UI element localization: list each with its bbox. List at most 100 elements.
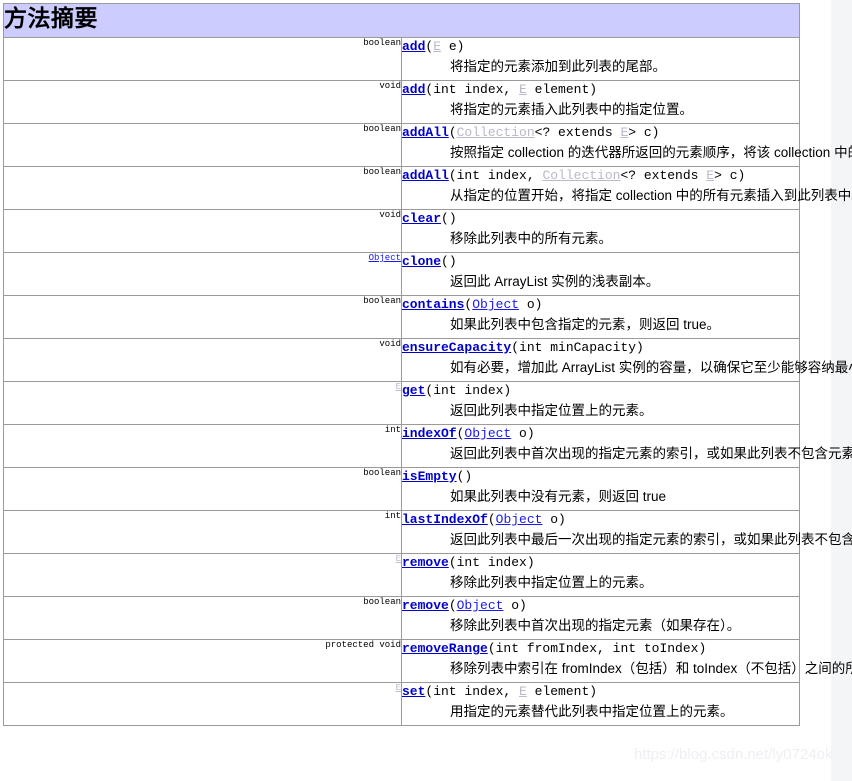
method-description: 如果此列表中包含指定的元素，则返回 true。 bbox=[450, 317, 721, 332]
table-row: protected void removeRange(int fromIndex,… bbox=[3, 639, 852, 683]
table-row: Eget(int index) 返回此列表中指定位置上的元素。 bbox=[3, 381, 800, 425]
method-detail-cell: remove(int index) 移除此列表中指定位置上的元素。 bbox=[401, 553, 800, 597]
method-description: 返回此列表中首次出现的指定元素的索引，或如果此列表不包含元素，则返回 -1。 bbox=[450, 446, 852, 461]
method-description: 如果此列表中没有元素，则返回 true bbox=[450, 489, 667, 504]
method-detail-cell: add(E e) 将指定的元素添加到此列表的尾部。 bbox=[401, 37, 800, 81]
method-name-link[interactable]: removeRange bbox=[402, 641, 488, 656]
return-type-label: int bbox=[384, 425, 401, 435]
method-signature: clear() bbox=[402, 210, 799, 228]
return-type-label: boolean bbox=[363, 38, 401, 48]
method-detail-cell: get(int index) 返回此列表中指定位置上的元素。 bbox=[401, 381, 800, 425]
return-type-cell: boolean bbox=[3, 295, 402, 339]
method-name-link[interactable]: set bbox=[402, 684, 425, 699]
type-param-link[interactable]: E bbox=[433, 39, 441, 54]
signature-text: element) bbox=[526, 82, 598, 97]
method-signature: indexOf(Object o) bbox=[402, 425, 799, 443]
method-name-link[interactable]: get bbox=[402, 383, 425, 398]
signature-text: <? extends bbox=[534, 125, 621, 140]
return-type-link[interactable]: E bbox=[396, 382, 401, 392]
method-name-link[interactable]: add bbox=[402, 39, 425, 54]
method-description: 按照指定 collection 的迭代器所返回的元素顺序，将该 collecti… bbox=[450, 145, 852, 160]
return-type-cell: Object bbox=[3, 252, 402, 296]
table-row: Object clone() 返回此 ArrayList 实例的浅表副本。 bbox=[3, 252, 800, 296]
return-type-cell: boolean bbox=[3, 596, 402, 640]
return-type-cell: E bbox=[3, 682, 402, 726]
return-type-cell: boolean bbox=[3, 37, 402, 81]
param-type-link[interactable]: Object bbox=[496, 512, 543, 527]
type-param-link[interactable]: E bbox=[519, 82, 527, 97]
method-name-link[interactable]: indexOf bbox=[402, 426, 457, 441]
method-description: 返回此列表中指定位置上的元素。 bbox=[450, 403, 653, 418]
method-name-link[interactable]: ensureCapacity bbox=[402, 340, 511, 355]
method-detail-cell: contains(Object o) 如果此列表中包含指定的元素，则返回 true… bbox=[401, 295, 800, 339]
type-param-link[interactable]: Collection bbox=[457, 125, 535, 140]
method-name-link[interactable]: isEmpty bbox=[402, 469, 457, 484]
type-param-link[interactable]: Collection bbox=[542, 168, 620, 183]
signature-text: > c) bbox=[714, 168, 746, 183]
method-signature: get(int index) bbox=[402, 382, 799, 400]
return-type-label: boolean bbox=[363, 296, 401, 306]
return-type-link[interactable]: E bbox=[396, 683, 401, 693]
param-type-link[interactable]: Object bbox=[472, 297, 519, 312]
table-row: Eset(int index, E element) 用指定的元素替代此列表中指定… bbox=[3, 682, 800, 726]
return-type-link[interactable]: Object bbox=[369, 253, 401, 263]
table-row: boolean isEmpty() 如果此列表中没有元素，则返回 true bbox=[3, 467, 800, 511]
method-name-link[interactable]: addAll bbox=[402, 168, 449, 183]
method-description: 将指定的元素插入此列表中的指定位置。 bbox=[450, 102, 693, 117]
return-type-cell: boolean bbox=[3, 166, 402, 210]
method-summary-caption-row: 方法摘要 bbox=[3, 3, 800, 38]
signature-text: (int index, bbox=[448, 168, 543, 183]
table-row: void clear() 移除此列表中的所有元素。 bbox=[3, 209, 800, 253]
method-description: 返回此列表中最后一次出现的指定元素的索引，或如果此列表不包含索引，则返回 -1。 bbox=[450, 532, 852, 547]
signature-text: <? extends bbox=[620, 168, 707, 183]
method-detail-cell: addAll(Collection<? extends E> c) 按照指定 co… bbox=[401, 123, 852, 167]
method-detail-cell: indexOf(Object o) 返回此列表中首次出现的指定元素的索引，或如果此… bbox=[401, 424, 852, 468]
method-name-link[interactable]: remove bbox=[402, 598, 449, 613]
table-row: int lastIndexOf(Object o) 返回此列表中最后一次出现的指定元… bbox=[3, 510, 852, 554]
method-name-link[interactable]: addAll bbox=[402, 125, 449, 140]
type-param-link[interactable]: E bbox=[706, 168, 714, 183]
method-name-link[interactable]: clone bbox=[402, 254, 441, 269]
method-signature: removeRange(int fromIndex, int toIndex) bbox=[402, 640, 799, 658]
return-type-link[interactable]: E bbox=[396, 554, 401, 564]
return-type-cell: E bbox=[3, 381, 402, 425]
signature-text: o) bbox=[503, 598, 527, 613]
signature-text: (int index) bbox=[425, 383, 512, 398]
type-param-link[interactable]: E bbox=[519, 684, 527, 699]
param-type-link[interactable]: Object bbox=[464, 426, 511, 441]
method-name-link[interactable]: lastIndexOf bbox=[402, 512, 488, 527]
method-summary-body: 方法摘要 boolean add(E e) 将指定的元素添加到此列表的尾部。 void… bbox=[3, 3, 852, 726]
document-body: 方法摘要 boolean add(E e) 将指定的元素添加到此列表的尾部。 void… bbox=[0, 0, 852, 781]
method-detail-cell: add(int index, E element) 将指定的元素插入此列表中的指定… bbox=[401, 80, 800, 124]
signature-text: element) bbox=[526, 684, 598, 699]
method-signature: addAll(Collection<? extends E> c) bbox=[402, 124, 799, 142]
signature-text: () bbox=[441, 211, 457, 226]
signature-text: (int index) bbox=[448, 555, 535, 570]
param-type-link[interactable]: Object bbox=[457, 598, 504, 613]
signature-text: > c) bbox=[628, 125, 660, 140]
signature-text: e) bbox=[441, 39, 465, 54]
method-signature: add(int index, E element) bbox=[402, 81, 799, 99]
table-row: Eremove(int index) 移除此列表中指定位置上的元素。 bbox=[3, 553, 800, 597]
return-type-cell: void bbox=[3, 80, 402, 124]
method-description: 移除此列表中首次出现的指定元素（如果存在）。 bbox=[450, 618, 741, 633]
return-type-label: boolean bbox=[363, 597, 401, 607]
method-description: 用指定的元素替代此列表中指定位置上的元素。 bbox=[450, 704, 734, 719]
method-detail-cell: removeRange(int fromIndex, int toIndex) 移… bbox=[401, 639, 852, 683]
method-detail-cell: remove(Object o) 移除此列表中首次出现的指定元素（如果存在）。 bbox=[401, 596, 800, 640]
method-signature: remove(int index) bbox=[402, 554, 799, 572]
signature-text: ( bbox=[487, 512, 496, 527]
method-name-link[interactable]: contains bbox=[402, 297, 464, 312]
return-type-label: void bbox=[379, 210, 401, 220]
method-detail-cell: ensureCapacity(int minCapacity) 如有必要，增加此 … bbox=[401, 338, 852, 382]
return-type-label: boolean bbox=[363, 124, 401, 134]
method-name-link[interactable]: clear bbox=[402, 211, 441, 226]
method-detail-cell: lastIndexOf(Object o) 返回此列表中最后一次出现的指定元素的索… bbox=[401, 510, 852, 554]
method-description: 返回此 ArrayList 实例的浅表副本。 bbox=[450, 274, 660, 289]
method-name-link[interactable]: remove bbox=[402, 555, 449, 570]
method-name-link[interactable]: add bbox=[402, 82, 425, 97]
method-description: 移除此列表中的所有元素。 bbox=[450, 231, 612, 246]
table-row: void ensureCapacity(int minCapacity) 如有必要，… bbox=[3, 338, 852, 382]
return-type-cell: void bbox=[3, 338, 402, 382]
method-signature: remove(Object o) bbox=[402, 597, 799, 615]
